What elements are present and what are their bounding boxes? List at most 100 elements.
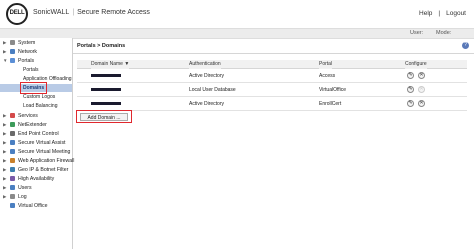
firewall-icon xyxy=(10,158,15,163)
authentication-cell: Active Directory xyxy=(189,101,225,107)
expand-arrow-icon: ▶ xyxy=(3,167,7,172)
sidebar-item-label: Virtual Office xyxy=(18,203,48,209)
log-icon xyxy=(10,194,15,199)
edit-icon[interactable]: ✎ xyxy=(407,100,414,107)
sidebar-item-label: NetExtender xyxy=(18,122,47,128)
expand-arrow-icon: ▶ xyxy=(3,131,7,136)
collapse-arrow-icon: ▼ xyxy=(3,58,8,63)
geoip-icon xyxy=(10,167,15,172)
sidebar-item-secure-virtual-meeting[interactable]: ▶ Secure Virtual Meeting xyxy=(0,148,72,156)
sidebar-item-portals[interactable]: ▼ Portals xyxy=(0,57,72,65)
virtual-meeting-icon xyxy=(10,149,15,154)
expand-arrow-icon: ▶ xyxy=(3,185,7,190)
sidebar-item-label: Load Balancing xyxy=(23,103,58,109)
sidebar-subitem-portals[interactable]: Portals xyxy=(0,66,72,74)
expand-arrow-icon: ▶ xyxy=(3,49,7,54)
product-title: SonicWALL | Secure Remote Access xyxy=(33,9,150,16)
sidebar-subitem-load-balancing[interactable]: Load Balancing xyxy=(0,102,72,110)
sidebar-item-label: System xyxy=(18,40,36,46)
endpoint-icon xyxy=(10,131,15,136)
header-links: Help | Logout xyxy=(413,10,466,17)
sidebar-item-label: Geo IP & Botnet Filter xyxy=(18,167,69,173)
netextender-icon xyxy=(10,122,15,127)
sidebar: ▶ System ▶ Network ▼ Portals Portals App… xyxy=(0,38,75,249)
expand-arrow-icon: ▶ xyxy=(3,176,7,181)
users-icon xyxy=(10,185,15,190)
sidebar-item-label: Secure Virtual Assist xyxy=(18,140,66,146)
redacted-domain-name xyxy=(91,102,121,105)
main-content: Portals > Domains ? Domain Name ▼ Authen… xyxy=(73,38,474,249)
sidebar-item-label: Log xyxy=(18,194,27,200)
high-availability-icon xyxy=(10,176,15,181)
sidebar-item-end-point-control[interactable]: ▶ End Point Control xyxy=(0,130,72,138)
services-icon xyxy=(10,113,15,118)
help-link[interactable]: Help xyxy=(419,10,432,17)
expand-arrow-icon: ▶ xyxy=(3,149,7,154)
redacted-domain-name xyxy=(91,88,121,91)
sidebar-item-log[interactable]: ▶ Log xyxy=(0,193,72,201)
sidebar-item-services[interactable]: ▶ Services xyxy=(0,112,72,120)
delete-icon[interactable]: ✕ xyxy=(418,72,425,79)
sidebar-item-label: Network xyxy=(18,49,38,55)
divider xyxy=(73,53,474,54)
sidebar-item-users[interactable]: ▶ Users xyxy=(0,184,72,192)
redacted-domain-name xyxy=(91,74,121,77)
expand-arrow-icon: ▶ xyxy=(3,122,7,127)
sidebar-item-label: High Availability xyxy=(18,176,55,182)
portal-cell: VirtualOffice xyxy=(319,87,347,93)
expand-arrow-icon: ▶ xyxy=(3,113,7,118)
table-row: Active Directory EnrollCert ✎ ✕ xyxy=(77,97,467,111)
virtual-office-icon xyxy=(10,203,15,208)
title-separator: | xyxy=(438,10,441,17)
product-name: SonicWALL xyxy=(33,9,70,16)
column-header-domain-name[interactable]: Domain Name ▼ xyxy=(91,61,130,69)
sidebar-item-label: Services xyxy=(18,113,38,119)
portal-cell: EnrollCert xyxy=(319,101,342,107)
sidebar-item-virtual-office[interactable]: Virtual Office xyxy=(0,202,72,210)
sidebar-item-system[interactable]: ▶ System xyxy=(0,39,72,47)
expand-arrow-icon: ▶ xyxy=(3,158,7,163)
header: DELL SonicWALL | Secure Remote Access Help… xyxy=(0,0,474,28)
portals-icon xyxy=(10,58,15,63)
delete-icon: ✕ xyxy=(418,86,425,93)
logout-link[interactable]: Logout xyxy=(446,10,466,17)
add-domain-button[interactable]: Add Domain ... xyxy=(80,113,128,121)
help-icon[interactable]: ? xyxy=(462,42,469,49)
sidebar-item-network[interactable]: ▶ Network xyxy=(0,48,72,56)
dell-logo: DELL xyxy=(6,3,28,25)
column-header-authentication: Authentication xyxy=(189,61,221,69)
sidebar-item-label: Secure Virtual Meeting xyxy=(18,149,71,155)
mode-label: Mode: xyxy=(436,30,452,36)
sidebar-item-label: End Point Control xyxy=(18,131,59,137)
sidebar-item-netextender[interactable]: ▶ NetExtender xyxy=(0,121,72,129)
sidebar-item-label: Web Application Firewall xyxy=(18,158,75,164)
table-row: Active Directory Access ✎ ✕ xyxy=(77,69,467,83)
system-icon xyxy=(10,40,15,45)
title-separator: | xyxy=(72,9,75,16)
sidebar-item-web-application-firewall[interactable]: ▶ Web Application Firewall xyxy=(0,157,75,165)
user-label: User: xyxy=(410,30,424,36)
sidebar-item-secure-virtual-assist[interactable]: ▶ Secure Virtual Assist xyxy=(0,139,72,147)
edit-icon[interactable]: ✎ xyxy=(407,72,414,79)
portal-cell: Access xyxy=(319,73,336,79)
authentication-cell: Local User Database xyxy=(189,87,236,93)
authentication-cell: Active Directory xyxy=(189,73,225,79)
virtual-assist-icon xyxy=(10,140,15,145)
section-name: Secure Remote Access xyxy=(77,9,150,16)
sidebar-item-label: Portals xyxy=(23,67,39,73)
breadcrumb: Portals > Domains xyxy=(77,43,126,49)
edit-icon[interactable]: ✎ xyxy=(407,86,414,93)
column-header-configure: Configure xyxy=(405,61,427,69)
sidebar-subitem-custom-logos[interactable]: Custom Logos xyxy=(0,93,72,101)
table-row: Local User Database VirtualOffice ✎ ✕ xyxy=(77,83,467,97)
sidebar-item-geo-ip-botnet-filter[interactable]: ▶ Geo IP & Botnet Filter xyxy=(0,166,72,174)
sidebar-item-label: Portals xyxy=(18,58,35,64)
table-header: Domain Name ▼ Authentication Portal Conf… xyxy=(77,60,467,69)
sidebar-item-label: Custom Logos xyxy=(23,94,56,100)
sidebar-item-high-availability[interactable]: ▶ High Availability xyxy=(0,175,72,183)
delete-icon[interactable]: ✕ xyxy=(418,100,425,107)
column-header-portal: Portal xyxy=(319,61,333,69)
sidebar-item-label: Users xyxy=(18,185,32,191)
expand-arrow-icon: ▶ xyxy=(3,140,7,145)
expand-arrow-icon: ▶ xyxy=(3,40,7,45)
